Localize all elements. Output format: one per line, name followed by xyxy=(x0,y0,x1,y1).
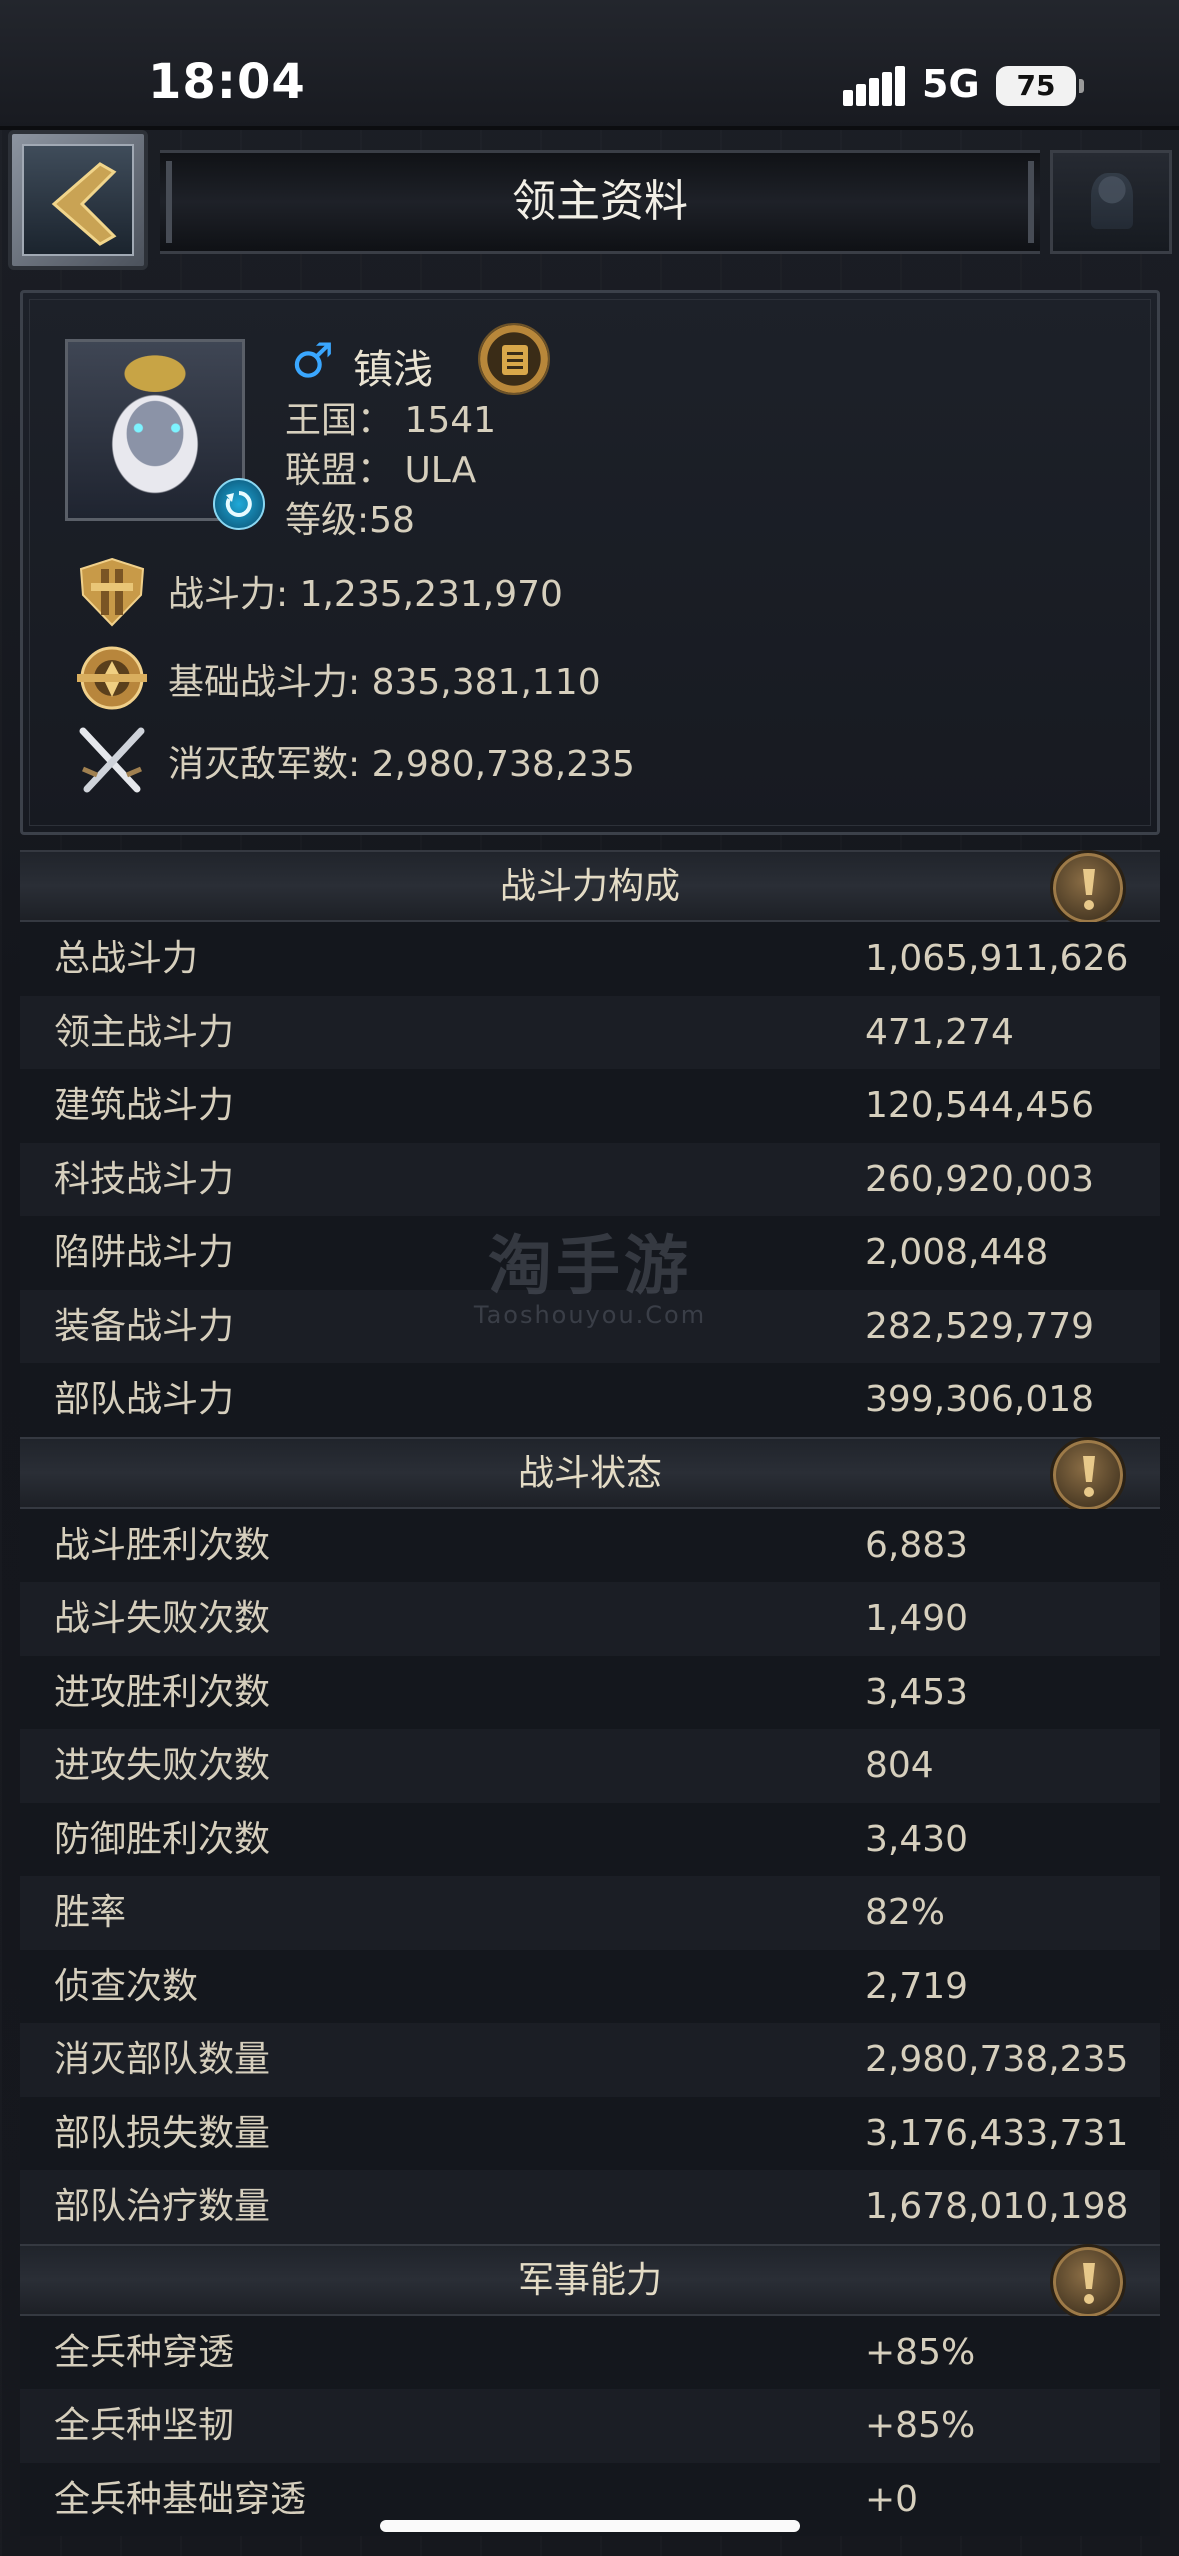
row-label: 总战斗力 xyxy=(54,938,199,979)
table-row: 装备战斗力 282,529,779 xyxy=(20,1289,1160,1363)
section-header-power: 战斗力构成 xyxy=(20,850,1160,926)
row-value: 82% xyxy=(865,1892,946,1933)
row-value: 1,490 xyxy=(865,1598,969,1639)
table-row: 总战斗力 1,065,911,626 xyxy=(20,922,1160,996)
row-value: 120,544,456 xyxy=(865,1085,1095,1126)
section-title: 军事能力 xyxy=(517,2259,662,2301)
info-icon[interactable] xyxy=(1050,2243,1126,2320)
row-label: 消灭部队数量 xyxy=(54,2039,271,2080)
table-row: 胜率 82% xyxy=(20,1876,1160,1950)
table-row: 建筑战斗力 120,544,456 xyxy=(20,1069,1160,1143)
title-bar: 领主资料 xyxy=(160,150,1040,254)
row-label: 战斗胜利次数 xyxy=(54,1524,271,1566)
table-row: 部队战斗力 399,306,018 xyxy=(20,1363,1160,1437)
row-label: 进攻失败次数 xyxy=(54,1745,271,1786)
row-value: 471,274 xyxy=(865,1011,1014,1053)
kills-stat: 消灭敌军数: 2,980,738,235 xyxy=(168,744,635,785)
power-stat: 战斗力: 1,235,231,970 xyxy=(168,574,563,615)
section-header-battle: 战斗状态 xyxy=(20,1436,1160,1513)
table-row: 部队治疗数量 1,678,010,198 xyxy=(20,2170,1160,2244)
row-label: 侦查次数 xyxy=(54,1965,199,2007)
signal-icon xyxy=(843,66,905,106)
row-label: 部队治疗数量 xyxy=(54,2186,271,2227)
table-row: 侦查次数 2,719 xyxy=(20,1949,1160,2023)
status-bar: 18:04 5G 75 xyxy=(0,0,1179,130)
table-row: 科技战斗力 260,920,003 xyxy=(20,1142,1160,1216)
refresh-icon[interactable] xyxy=(213,478,265,530)
document-icon[interactable] xyxy=(478,323,550,395)
row-label: 全兵种穿透 xyxy=(54,2331,235,2373)
page-title: 领主资料 xyxy=(512,176,688,227)
table-row: 战斗胜利次数 6,883 xyxy=(20,1508,1160,1582)
row-value: +85% xyxy=(865,2331,976,2373)
network-type: 5G xyxy=(922,62,980,106)
row-label: 科技战斗力 xyxy=(54,1158,235,1200)
row-label: 部队战斗力 xyxy=(54,1379,235,1420)
row-value: 399,306,018 xyxy=(865,1379,1095,1420)
table-row: 全兵种坚韧 +85% xyxy=(20,2389,1160,2463)
row-value: 3,176,433,731 xyxy=(865,2112,1129,2154)
player-name: 镇浅 xyxy=(353,347,433,393)
section-title: 战斗力构成 xyxy=(499,866,680,907)
back-button[interactable] xyxy=(8,130,148,270)
alliance-info: 联盟： ULA xyxy=(285,450,477,491)
row-label: 战斗失败次数 xyxy=(54,1598,271,1639)
table-row: 全兵种穿透 +85% xyxy=(20,2315,1160,2389)
table-row: 战斗失败次数 1,490 xyxy=(20,1582,1160,1656)
row-value: +0 xyxy=(865,2478,919,2520)
kingdom-info: 王国： 1541 xyxy=(285,400,497,441)
male-icon: ♂ xyxy=(291,333,335,389)
row-value: 282,529,779 xyxy=(865,1305,1095,1347)
row-value: 1,678,010,198 xyxy=(865,2186,1129,2227)
home-indicator[interactable] xyxy=(380,2520,800,2532)
row-value: 2,980,738,235 xyxy=(865,2039,1129,2080)
row-value: 2,719 xyxy=(865,1965,969,2007)
row-label: 装备战斗力 xyxy=(54,1305,235,1347)
chevron-left-icon xyxy=(51,162,117,246)
table-row: 陷阱战斗力 2,008,448 xyxy=(20,1216,1160,1290)
row-label: 防御胜利次数 xyxy=(54,1818,271,1860)
row-label: 领主战斗力 xyxy=(54,1011,235,1053)
row-value: 2,008,448 xyxy=(865,1232,1049,1273)
battery-icon: 75 xyxy=(996,66,1084,106)
row-label: 全兵种基础穿透 xyxy=(54,2478,307,2520)
row-value: 260,920,003 xyxy=(865,1158,1095,1200)
header: 领主资料 xyxy=(0,130,1179,280)
section-title: 战斗状态 xyxy=(517,1452,662,1494)
table-row: 进攻胜利次数 3,453 xyxy=(20,1655,1160,1729)
table-row: 消灭部队数量 2,980,738,235 xyxy=(20,2023,1160,2097)
row-label: 建筑战斗力 xyxy=(54,1085,235,1126)
row-label: 部队损失数量 xyxy=(54,2112,271,2154)
section-header-military: 军事能力 xyxy=(20,2243,1160,2320)
profile-card: ♂ 镇浅 王国： 1541 联盟： ULA 等级:58 战斗力: 1,235,2… xyxy=(20,290,1160,835)
table-row: 领主战斗力 471,274 xyxy=(20,995,1160,1069)
table-row: 防御胜利次数 3,430 xyxy=(20,1802,1160,1876)
row-value: 1,065,911,626 xyxy=(865,938,1129,979)
row-value: 3,453 xyxy=(865,1671,969,1713)
stats-sections: 战斗力构成 总战斗力 1,065,911,626 领主战斗力 471,274 建筑战… xyxy=(20,850,1160,2536)
row-label: 全兵种坚韧 xyxy=(54,2405,235,2446)
row-label: 进攻胜利次数 xyxy=(54,1671,271,1713)
base-power-stat: 基础战斗力: 835,381,110 xyxy=(168,662,601,703)
row-value: 804 xyxy=(865,1745,934,1786)
level-info: 等级:58 xyxy=(285,500,415,541)
info-icon[interactable] xyxy=(1050,850,1126,926)
shield-emblem-icon xyxy=(77,646,147,710)
row-value: 3,430 xyxy=(865,1818,969,1860)
clock: 18:04 xyxy=(148,54,306,110)
row-label: 胜率 xyxy=(54,1892,127,1933)
row-value: +85% xyxy=(865,2405,976,2446)
power-emblem-icon xyxy=(79,557,145,627)
table-row: 部队损失数量 3,176,433,731 xyxy=(20,2096,1160,2170)
crest-icon xyxy=(1050,150,1172,254)
crossed-swords-icon xyxy=(79,727,145,793)
row-value: 6,883 xyxy=(865,1524,969,1566)
table-row: 进攻失败次数 804 xyxy=(20,1729,1160,1803)
row-label: 陷阱战斗力 xyxy=(54,1232,235,1273)
info-icon[interactable] xyxy=(1050,1436,1126,1513)
